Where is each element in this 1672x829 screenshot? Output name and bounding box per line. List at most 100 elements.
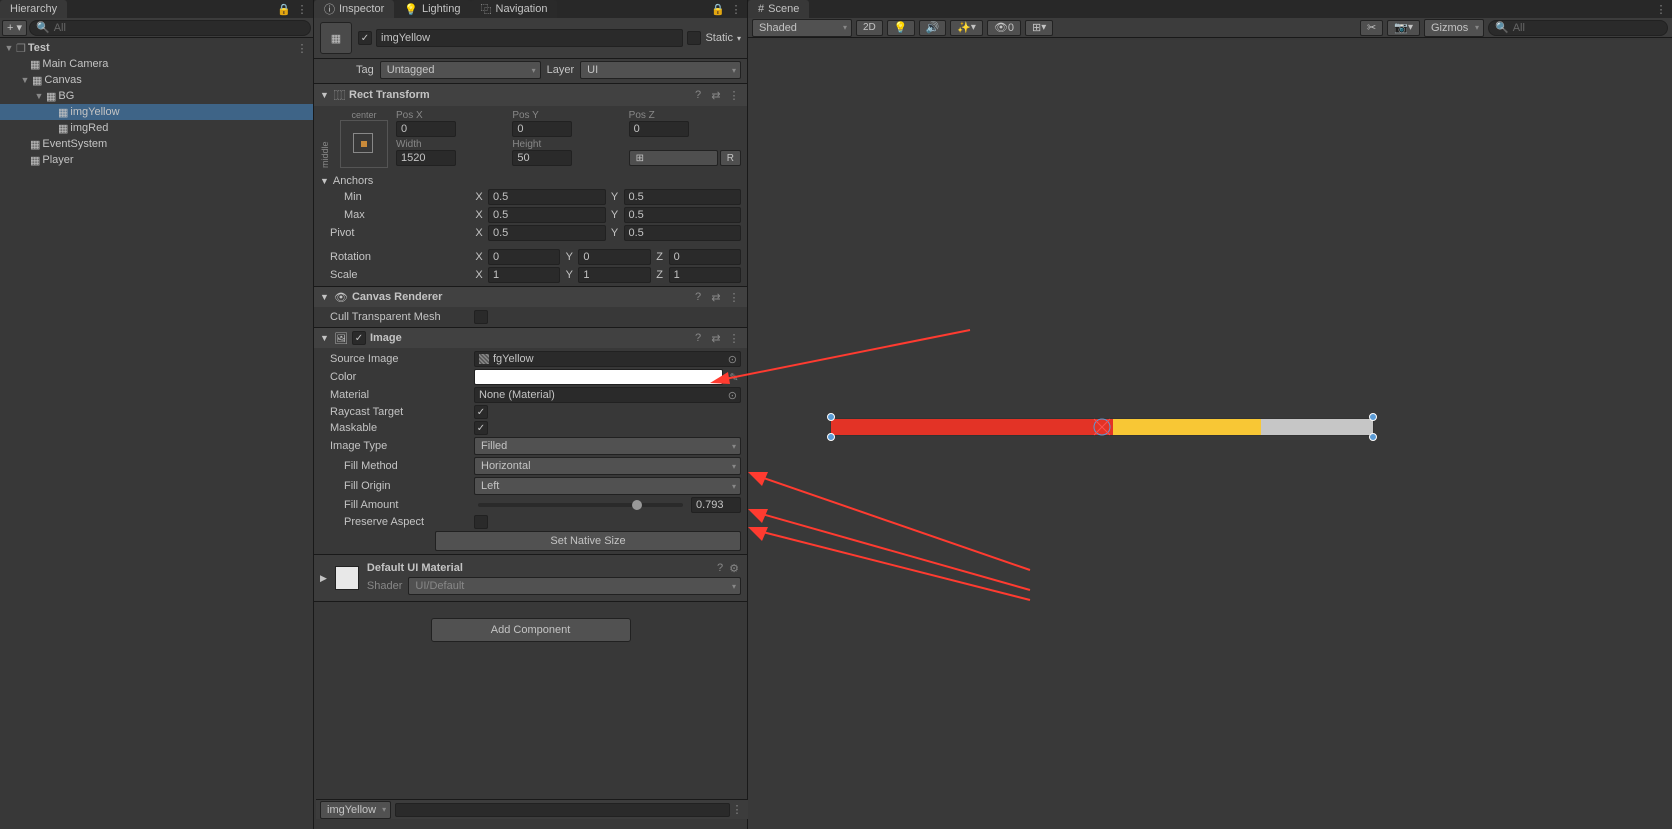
layer-dropdown[interactable]: UI bbox=[580, 61, 741, 79]
pos-z-input[interactable] bbox=[629, 121, 689, 137]
scale-y[interactable] bbox=[578, 267, 650, 283]
add-component-button[interactable]: Add Component bbox=[431, 618, 631, 642]
pivot-x[interactable] bbox=[488, 225, 606, 241]
expand-arrow-icon[interactable]: ▼ bbox=[4, 43, 14, 53]
selection-handle[interactable] bbox=[1369, 413, 1377, 421]
menu-icon[interactable]: ⋮ bbox=[729, 2, 743, 16]
lighting-tab[interactable]: 💡 Lighting bbox=[394, 0, 470, 18]
width-input[interactable] bbox=[396, 150, 456, 166]
tree-item-imgyellow[interactable]: ▦ imgYellow bbox=[0, 104, 313, 120]
anchor-max-y[interactable] bbox=[624, 207, 742, 223]
anchors-arrow-icon[interactable]: ▼ bbox=[320, 176, 329, 186]
menu-icon[interactable]: ⋮ bbox=[730, 803, 744, 817]
tree-item-bg[interactable]: ▼ ▦ BG bbox=[0, 88, 313, 104]
preset-icon[interactable]: ⇄ bbox=[709, 290, 723, 304]
anchor-max-x[interactable] bbox=[488, 207, 606, 223]
rot-z[interactable] bbox=[669, 249, 741, 265]
tag-dropdown[interactable]: Untagged bbox=[380, 61, 541, 79]
maskable-checkbox[interactable] bbox=[474, 421, 488, 435]
image-type-dropdown[interactable]: Filled bbox=[474, 437, 741, 455]
scene-viewport[interactable] bbox=[748, 40, 1672, 829]
inspector-tab[interactable]: ⓘ Inspector bbox=[314, 0, 394, 18]
scene-menu-icon[interactable]: ⋮ bbox=[295, 41, 309, 55]
active-checkbox[interactable] bbox=[358, 31, 372, 45]
help-icon[interactable]: ? bbox=[713, 561, 727, 575]
object-icon[interactable]: ▦ bbox=[320, 22, 352, 54]
tree-item-canvas[interactable]: ▼ ▦ Canvas bbox=[0, 72, 313, 88]
color-field[interactable] bbox=[474, 369, 723, 385]
static-checkbox[interactable] bbox=[687, 31, 701, 45]
hierarchy-tab[interactable]: Hierarchy bbox=[0, 0, 67, 18]
pivot-gizmo[interactable] bbox=[1090, 415, 1114, 439]
material-field[interactable]: None (Material) bbox=[474, 387, 741, 403]
selection-handle[interactable] bbox=[1369, 433, 1377, 441]
help-icon[interactable]: ? bbox=[691, 88, 705, 102]
create-button[interactable]: + ▾ bbox=[2, 20, 27, 36]
eyedropper-icon[interactable]: ✎ bbox=[727, 370, 741, 384]
fill-origin-dropdown[interactable]: Left bbox=[474, 477, 741, 495]
menu-icon[interactable]: ⋮ bbox=[727, 290, 741, 304]
gizmos-dropdown[interactable]: Gizmos bbox=[1424, 19, 1484, 37]
static-dropdown-icon[interactable]: ▾ bbox=[737, 34, 741, 43]
hierarchy-search[interactable]: 🔍 All bbox=[29, 20, 311, 36]
hidden-toggle-button[interactable]: 👁0 bbox=[987, 20, 1021, 36]
collapse-arrow-icon[interactable]: ▼ bbox=[320, 333, 330, 343]
raycast-checkbox[interactable] bbox=[474, 405, 488, 419]
expand-arrow-icon[interactable]: ▼ bbox=[20, 75, 30, 85]
object-name-input[interactable] bbox=[376, 29, 683, 47]
menu-icon[interactable]: ⋮ bbox=[295, 2, 309, 16]
lock-icon[interactable]: 🔒 bbox=[711, 2, 725, 16]
fill-method-dropdown[interactable]: Horizontal bbox=[474, 457, 741, 475]
light-toggle-button[interactable]: 💡 bbox=[887, 20, 915, 36]
material-preview[interactable] bbox=[335, 566, 359, 590]
tree-item-main-camera[interactable]: ▦ Main Camera bbox=[0, 56, 313, 72]
settings-icon[interactable]: ⚙ bbox=[727, 561, 741, 575]
scene-search[interactable]: 🔍 All bbox=[1488, 20, 1668, 36]
scene-object-imgred[interactable] bbox=[831, 419, 1113, 435]
navigation-tab[interactable]: ⿻ Navigation bbox=[471, 0, 558, 18]
set-native-size-button[interactable]: Set Native Size bbox=[435, 531, 741, 551]
pos-x-input[interactable] bbox=[396, 121, 456, 137]
selection-handle[interactable] bbox=[827, 413, 835, 421]
fx-toggle-button[interactable]: ✨▾ bbox=[950, 20, 983, 36]
anchor-preset-button[interactable] bbox=[340, 120, 388, 168]
tree-item-eventsystem[interactable]: ▦ EventSystem bbox=[0, 136, 313, 152]
fill-amount-slider[interactable] bbox=[478, 503, 683, 507]
collapse-arrow-icon[interactable]: ▶ bbox=[320, 573, 327, 584]
cull-checkbox[interactable] bbox=[474, 310, 488, 324]
shading-dropdown[interactable]: Shaded bbox=[752, 19, 852, 37]
audio-toggle-button[interactable]: 🔊 bbox=[919, 20, 947, 36]
tree-item-imgred[interactable]: ▦ imgRed bbox=[0, 120, 313, 136]
shader-dropdown[interactable]: UI/Default bbox=[408, 577, 741, 595]
anchor-min-x[interactable] bbox=[488, 189, 606, 205]
pos-y-input[interactable] bbox=[512, 121, 572, 137]
collapse-arrow-icon[interactable]: ▼ bbox=[320, 292, 330, 302]
selection-handle[interactable] bbox=[827, 433, 835, 441]
menu-icon[interactable]: ⋮ bbox=[1654, 2, 1668, 16]
preset-icon[interactable]: ⇄ bbox=[709, 88, 723, 102]
rot-x[interactable] bbox=[488, 249, 560, 265]
lock-icon[interactable]: 🔒 bbox=[277, 2, 291, 16]
menu-icon[interactable]: ⋮ bbox=[727, 331, 741, 345]
help-icon[interactable]: ? bbox=[691, 331, 705, 345]
anchor-min-y[interactable] bbox=[624, 189, 742, 205]
fill-amount-input[interactable] bbox=[691, 497, 741, 513]
height-input[interactable] bbox=[512, 150, 572, 166]
scale-x[interactable] bbox=[488, 267, 560, 283]
scene-row[interactable]: ▼ ❐ Test ⋮ bbox=[0, 40, 313, 56]
blueprint-mode-button[interactable]: ⊞ bbox=[629, 150, 718, 166]
footer-object-dropdown[interactable]: imgYellow bbox=[320, 801, 391, 819]
help-icon[interactable]: ? bbox=[691, 290, 705, 304]
collapse-arrow-icon[interactable]: ▼ bbox=[320, 90, 330, 100]
tree-item-player[interactable]: ▦ Player bbox=[0, 152, 313, 168]
2d-button[interactable]: 2D bbox=[856, 20, 883, 36]
camera-button[interactable]: 📷▾ bbox=[1387, 20, 1420, 36]
preserve-aspect-checkbox[interactable] bbox=[474, 515, 488, 529]
expand-arrow-icon[interactable]: ▼ bbox=[34, 91, 44, 101]
scene-object-bg[interactable] bbox=[830, 418, 1374, 436]
grid-button[interactable]: ⊞▾ bbox=[1025, 20, 1053, 36]
asset-bundle-field[interactable] bbox=[395, 803, 730, 817]
source-image-field[interactable]: fgYellow bbox=[474, 351, 741, 367]
rot-y[interactable] bbox=[578, 249, 650, 265]
pivot-y[interactable] bbox=[624, 225, 742, 241]
